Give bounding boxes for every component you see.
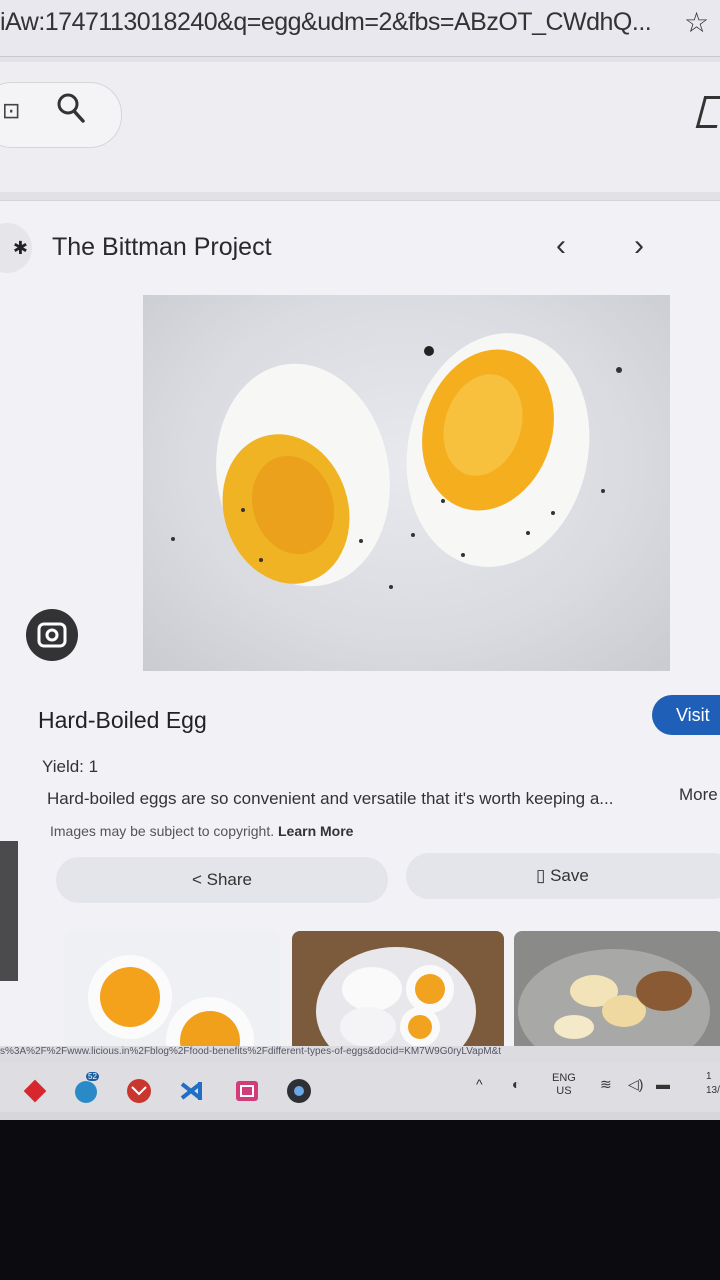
chrome-icon[interactable] (284, 1078, 314, 1104)
chat-app-button[interactable]: 52 (72, 1072, 102, 1104)
screen: iAw:1747113018240&q=egg&udm=2&fbs=ABzOT_… (0, 0, 720, 1120)
battery-icon[interactable]: ▬ (656, 1076, 670, 1092)
google-lens-button[interactable] (26, 609, 78, 661)
boiled-egg-image (171, 333, 622, 589)
related-image-thumbnail[interactable] (292, 931, 504, 1061)
language-code: ENG (552, 1072, 576, 1084)
egg-halves-thumbnail-image (88, 955, 254, 1061)
clock-time: 1 (706, 1071, 712, 1082)
main-image[interactable] (143, 295, 670, 671)
input-language[interactable]: ENG US (552, 1072, 576, 1098)
address-bar[interactable]: iAw:1747113018240&q=egg&udm=2&fbs=ABzOT_… (0, 0, 720, 57)
taskbar: 52 ^ ◐ ENG US ≋ ◁) ▬ 1 13/5 (0, 1062, 720, 1112)
save-button[interactable]: ▯ Save (406, 853, 720, 899)
source-header: ✱ The Bittman Project ‹ › (0, 201, 720, 293)
site-name[interactable]: The Bittman Project (52, 233, 272, 262)
search-icon[interactable] (56, 92, 86, 124)
copyright-notice: Images may be subject to copyright. Lear… (50, 823, 353, 839)
show-hidden-icons-icon[interactable]: ^ (476, 1076, 483, 1092)
clock-date: 13/5 (706, 1085, 720, 1096)
vscode-icon[interactable] (178, 1078, 208, 1104)
site-favicon-icon: ✱ (0, 223, 32, 273)
share-label: Share (206, 870, 253, 889)
adjacent-thumbnail[interactable] (0, 841, 18, 981)
result-title[interactable]: Hard-Boiled Egg (38, 707, 207, 734)
related-image-thumbnail[interactable] (514, 931, 720, 1061)
region-code: US (556, 1085, 572, 1097)
chat-icon (75, 1081, 97, 1103)
bookmark-star-icon[interactable]: ☆ (684, 6, 709, 39)
search-row: ⊡ (0, 62, 720, 192)
camera-search-icon[interactable]: ⊡ (2, 98, 20, 124)
app-icon[interactable] (22, 1078, 48, 1104)
eggs-in-bowl-thumbnail-image (316, 947, 476, 1061)
notification-badge: 52 (86, 1072, 99, 1081)
visit-button[interactable]: Visit (652, 695, 720, 735)
bookmark-icon: ▯ (536, 866, 546, 885)
image-preview-panel: ✱ The Bittman Project ‹ › Hard-Boiled Eg… (0, 200, 720, 1061)
previous-image-icon[interactable]: ‹ (556, 229, 566, 263)
wifi-icon[interactable]: ≋ (600, 1076, 612, 1093)
volume-icon[interactable]: ◁) (628, 1076, 643, 1093)
result-description: Hard-boiled eggs are so convenient and v… (47, 789, 614, 808)
clock[interactable]: 1 13/5 (706, 1070, 720, 1098)
recipe-yield: Yield: 1 (42, 757, 99, 776)
next-image-icon[interactable]: › (634, 229, 644, 263)
dev-tools-icon[interactable] (232, 1078, 262, 1104)
learn-more-link[interactable]: Learn More (278, 823, 353, 839)
more-link[interactable]: More (679, 785, 718, 805)
share-button[interactable]: < Share (56, 857, 388, 903)
save-label: Save (550, 866, 589, 885)
copyright-text: Images may be subject to copyright. (50, 823, 275, 839)
share-icon: < (191, 870, 202, 889)
url-text[interactable]: iAw:1747113018240&q=egg&udm=2&fbs=ABzOT_… (0, 8, 652, 37)
status-bar-link: s%3A%2F%2Fwww.licious.in%2Fblog%2Ffood-b… (0, 1046, 720, 1062)
related-image-thumbnail[interactable] (64, 931, 280, 1061)
network-app-icon[interactable]: ◐ (512, 1076, 520, 1092)
mail-icon[interactable] (124, 1078, 154, 1104)
lens-icon (37, 622, 67, 648)
egg-salad-thumbnail-image (518, 949, 710, 1061)
labs-icon[interactable] (695, 96, 720, 128)
